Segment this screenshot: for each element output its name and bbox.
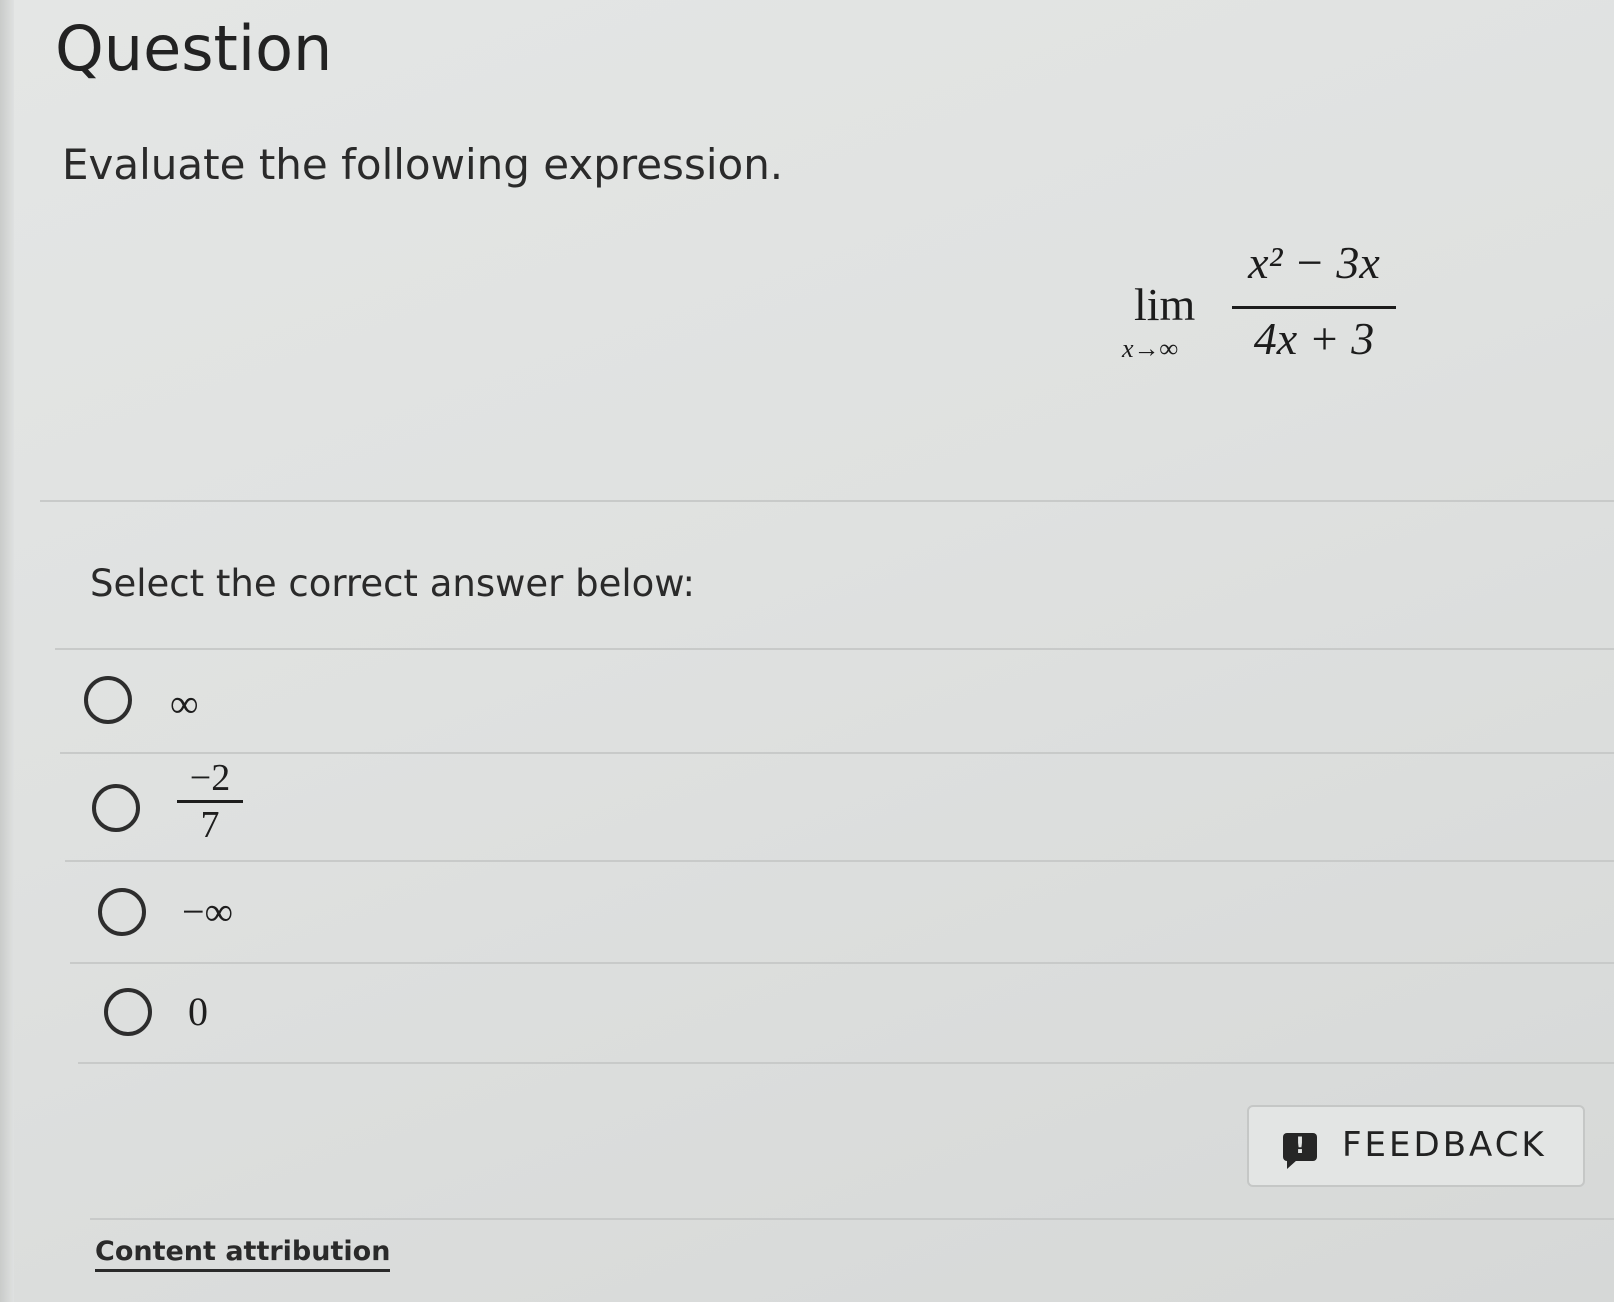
- page-title: Question: [55, 12, 333, 85]
- question-prompt: Evaluate the following expression.: [62, 140, 784, 189]
- option-fraction-numerator: −2: [189, 757, 231, 799]
- fraction-numerator: x² − 3x: [1248, 237, 1380, 288]
- answer-option-negative-infinity[interactable]: −∞: [60, 862, 1614, 960]
- limit-operator: lim: [1134, 279, 1196, 330]
- answer-option-zero[interactable]: 0: [60, 964, 1614, 1062]
- option-label: 0: [188, 989, 208, 1034]
- answer-instructions: Select the correct answer below:: [90, 562, 695, 605]
- option-fraction-bar: [177, 800, 243, 803]
- radio-button[interactable]: [92, 784, 140, 832]
- fraction-bar: [1232, 306, 1396, 309]
- feedback-label: FEEDBACK: [1342, 1125, 1547, 1165]
- option-divider: [78, 1062, 1614, 1064]
- option-label: −∞: [182, 889, 234, 934]
- feedback-button[interactable]: ! FEEDBACK: [1247, 1105, 1585, 1187]
- fraction-denominator: 4x + 3: [1253, 313, 1375, 364]
- radio-button[interactable]: [104, 988, 152, 1036]
- answer-option-fraction[interactable]: −2 7: [60, 754, 1614, 858]
- limit-expression: lim x→∞ x² − 3x 4x + 3: [1122, 236, 1396, 366]
- radio-button[interactable]: [84, 676, 132, 724]
- option-label: ∞: [170, 681, 199, 726]
- section-divider: [40, 500, 1614, 502]
- option-fraction: −2 7: [175, 758, 245, 845]
- page-edge: [0, 0, 14, 1302]
- limit-subscript: x→∞: [1122, 334, 1179, 363]
- answer-option-infinity[interactable]: ∞: [60, 650, 1614, 750]
- radio-button[interactable]: [98, 888, 146, 936]
- content-attribution-link[interactable]: Content attribution: [95, 1236, 391, 1272]
- footer-divider: [90, 1218, 1614, 1220]
- feedback-alert-icon: !: [1283, 1133, 1317, 1169]
- option-fraction-denominator: 7: [200, 804, 220, 846]
